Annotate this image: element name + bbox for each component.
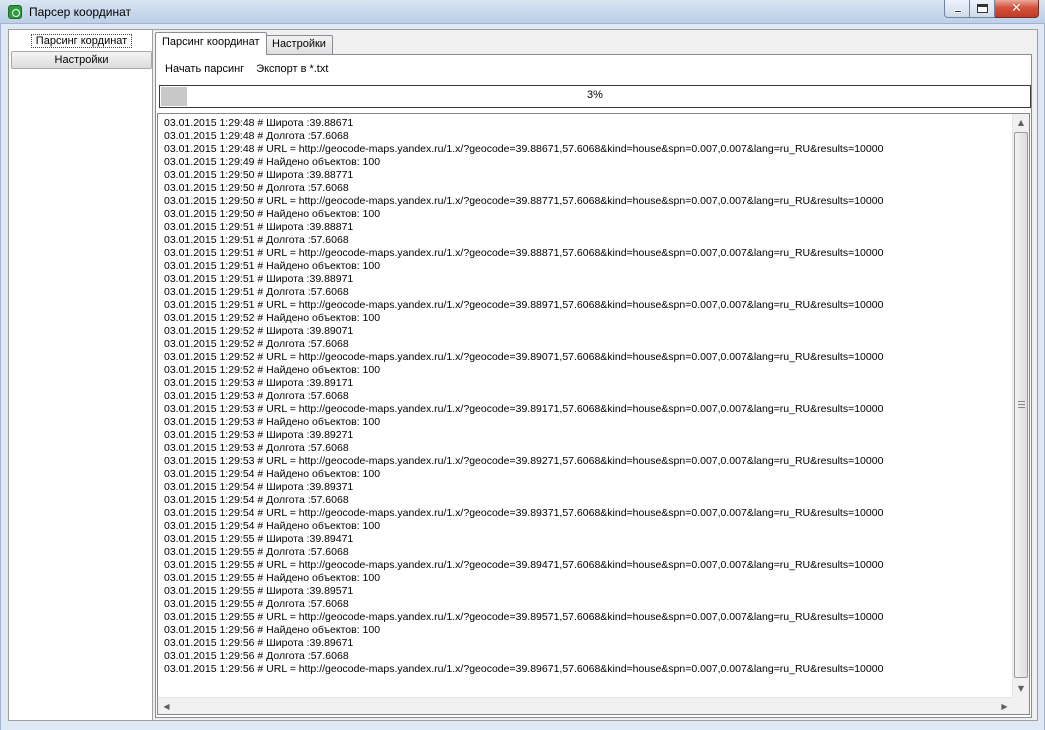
sidebar-item-label: Настройки	[54, 54, 109, 66]
log-line: 03.01.2015 1:29:51 # Широта :39.88971	[164, 273, 354, 285]
tab-settings[interactable]: Настройки	[265, 35, 333, 54]
log-lines: 03.01.2015 1:29:48 # Широта :39.88671 03.…	[164, 117, 1012, 676]
log-line: 03.01.2015 1:29:55 # Найдено объектов: 1…	[164, 572, 381, 584]
log-line: 03.01.2015 1:29:53 # Широта :39.89271	[164, 429, 354, 441]
window-title: Парсер координат	[29, 5, 132, 19]
log-line: 03.01.2015 1:29:52 # Найдено объектов: 1…	[164, 364, 381, 376]
minimize-icon	[954, 10, 962, 13]
log-line: 03.01.2015 1:29:50 # Найдено объектов: 1…	[164, 208, 381, 220]
sidebar: Парсинг кординат Настройки	[9, 30, 153, 720]
log-line: 03.01.2015 1:29:53 # Долгота :57.6068	[164, 442, 349, 454]
log-line: 03.01.2015 1:29:50 # URL = http://geocod…	[164, 195, 884, 207]
log-line: 03.01.2015 1:29:50 # Широта :39.88771	[164, 169, 354, 181]
log-line: 03.01.2015 1:29:52 # URL = http://geocod…	[164, 351, 884, 363]
close-icon: ✕	[1011, 1, 1022, 16]
log-line: 03.01.2015 1:29:53 # Долгота :57.6068	[164, 390, 349, 402]
log-line: 03.01.2015 1:29:55 # URL = http://geocod…	[164, 559, 884, 571]
app-icon[interactable]	[8, 5, 22, 19]
sidebar-item-parsing[interactable]: Парсинг кординат	[11, 33, 152, 51]
log-line: 03.01.2015 1:29:52 # Найдено объектов: 1…	[164, 312, 381, 324]
log-line: 03.01.2015 1:29:48 # Долгота :57.6068	[164, 130, 349, 142]
log-line: 03.01.2015 1:29:51 # Найдено объектов: 1…	[164, 260, 381, 272]
log-line: 03.01.2015 1:29:54 # Широта :39.89371	[164, 481, 354, 493]
scrollbar-corner	[1012, 697, 1029, 714]
chevron-right-icon[interactable]: ▶	[996, 698, 1013, 714]
log-line: 03.01.2015 1:29:54 # Найдено объектов: 1…	[164, 468, 381, 480]
window-controls: ✕	[944, 0, 1039, 19]
log-line: 03.01.2015 1:29:55 # Широта :39.89571	[164, 585, 354, 597]
sidebar-item-settings[interactable]: Настройки	[11, 51, 152, 69]
log-textbox[interactable]: 03.01.2015 1:29:48 # Широта :39.88671 03.…	[157, 113, 1030, 715]
log-line: 03.01.2015 1:29:56 # Долгота :57.6068	[164, 650, 349, 662]
log-line: 03.01.2015 1:29:51 # Широта :39.88871	[164, 221, 354, 233]
log-line: 03.01.2015 1:29:55 # Долгота :57.6068	[164, 546, 349, 558]
log-line: 03.01.2015 1:29:51 # URL = http://geocod…	[164, 299, 884, 311]
log-line: 03.01.2015 1:29:54 # Долгота :57.6068	[164, 494, 349, 506]
toolbar: Начать парсинг Экспорт в *.txt	[159, 60, 334, 78]
maximize-button[interactable]	[970, 0, 995, 18]
log-line: 03.01.2015 1:29:54 # Найдено объектов: 1…	[164, 520, 381, 532]
log-line: 03.01.2015 1:29:50 # Долгота :57.6068	[164, 182, 349, 194]
log-line: 03.01.2015 1:29:49 # Найдено объектов: 1…	[164, 156, 381, 168]
log-line: 03.01.2015 1:29:52 # Долгота :57.6068	[164, 338, 349, 350]
title-bar[interactable]: Парсер координат ✕	[0, 0, 1045, 24]
log-line: 03.01.2015 1:29:54 # URL = http://geocod…	[164, 507, 884, 519]
start-parsing-button[interactable]: Начать парсинг	[159, 60, 250, 78]
log-line: 03.01.2015 1:29:53 # Широта :39.89171	[164, 377, 354, 389]
scrollbar-thumb[interactable]	[1014, 132, 1028, 678]
tab-page-parsing: Начать парсинг Экспорт в *.txt 3% 03.01.…	[155, 54, 1032, 718]
chevron-left-icon[interactable]: ◀	[158, 698, 175, 714]
log-line: 03.01.2015 1:29:52 # Широта :39.89071	[164, 325, 354, 337]
client-area: Парсинг кординат Настройки Парсинг коорд…	[8, 29, 1038, 721]
log-line: 03.01.2015 1:29:56 # Широта :39.89671	[164, 637, 354, 649]
log-line: 03.01.2015 1:29:53 # URL = http://geocod…	[164, 403, 884, 415]
chevron-up-icon[interactable]: ▲	[1013, 114, 1029, 131]
horizontal-scrollbar[interactable]: ◀ ▶	[158, 697, 1013, 714]
log-line: 03.01.2015 1:29:51 # URL = http://geocod…	[164, 247, 884, 259]
log-line: 03.01.2015 1:29:48 # URL = http://geocod…	[164, 143, 884, 155]
log-line: 03.01.2015 1:29:53 # URL = http://geocod…	[164, 455, 884, 467]
minimize-button[interactable]	[944, 0, 970, 18]
progress-text: 3%	[587, 89, 603, 101]
log-line: 03.01.2015 1:29:53 # Найдено объектов: 1…	[164, 416, 381, 428]
progress-bar: 3%	[159, 85, 1031, 108]
log-line: 03.01.2015 1:29:55 # Широта :39.89471	[164, 533, 354, 545]
log-line: 03.01.2015 1:29:51 # Долгота :57.6068	[164, 234, 349, 246]
log-line: 03.01.2015 1:29:55 # Долгота :57.6068	[164, 598, 349, 610]
maximize-icon	[977, 4, 988, 13]
window-body: Парсинг кординат Настройки Парсинг коорд…	[0, 24, 1045, 730]
chevron-down-icon[interactable]: ▼	[1013, 680, 1029, 697]
log-line: 03.01.2015 1:29:48 # Широта :39.88671	[164, 117, 354, 129]
log-line: 03.01.2015 1:29:51 # Долгота :57.6068	[164, 286, 349, 298]
export-txt-button[interactable]: Экспорт в *.txt	[250, 60, 334, 78]
log-line: 03.01.2015 1:29:56 # URL = http://geocod…	[164, 663, 884, 675]
tab-parsing[interactable]: Парсинг координат	[155, 32, 267, 55]
vertical-scrollbar[interactable]: ▲ ▼	[1012, 114, 1029, 697]
sidebar-item-label: Парсинг кординат	[30, 34, 133, 48]
close-button[interactable]: ✕	[995, 0, 1039, 18]
log-line: 03.01.2015 1:29:55 # URL = http://geocod…	[164, 611, 884, 623]
log-line: 03.01.2015 1:29:56 # Найдено объектов: 1…	[164, 624, 381, 636]
grip-icon	[1018, 401, 1025, 408]
